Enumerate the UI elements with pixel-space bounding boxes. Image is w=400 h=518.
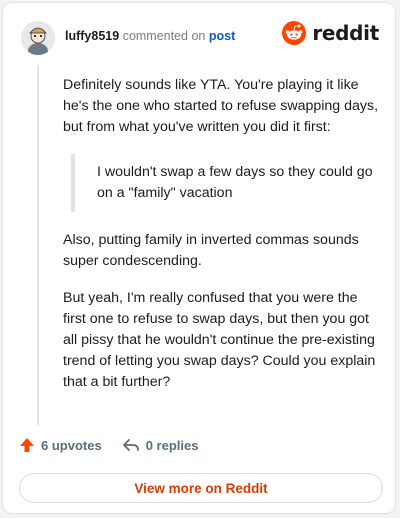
reply-count: 0 replies — [145, 437, 199, 453]
reddit-logo[interactable]: reddit — [282, 21, 379, 45]
avatar[interactable] — [21, 21, 55, 55]
blockquote: I wouldn't swap a few days so they could… — [71, 154, 379, 212]
comment-body: Definitely sounds like YTA. You're playi… — [63, 75, 379, 409]
comment-card: luffy8519 commented on post reddit Defin… — [2, 2, 396, 514]
comment-paragraph: Also, putting family in inverted commas … — [63, 232, 359, 269]
comment-header: luffy8519 commented on post — [65, 29, 235, 43]
post-link[interactable]: post — [209, 29, 235, 43]
replies-button[interactable]: 0 replies — [122, 437, 199, 453]
thread-line — [37, 65, 39, 425]
upvote-button[interactable]: 6 upvotes — [19, 437, 102, 453]
reply-arrow-icon — [122, 439, 139, 451]
upvote-arrow-icon — [20, 438, 34, 452]
comment-paragraph: But yeah, I'm really confused that you w… — [63, 290, 376, 390]
comment-footer: 6 upvotes 0 replies — [19, 437, 218, 453]
username-link[interactable]: luffy8519 — [65, 29, 119, 43]
avatar-icon — [21, 21, 55, 55]
brand-wordmark: reddit — [312, 21, 379, 45]
comment-paragraph: Definitely sounds like YTA. You're playi… — [63, 77, 379, 135]
reddit-logo-icon — [282, 21, 307, 45]
upvote-count: 6 upvotes — [41, 437, 102, 453]
commented-on-text: commented on — [122, 29, 206, 43]
view-more-button[interactable]: View more on Reddit — [19, 473, 383, 503]
quote-text: I wouldn't swap a few days so they could… — [97, 164, 373, 201]
